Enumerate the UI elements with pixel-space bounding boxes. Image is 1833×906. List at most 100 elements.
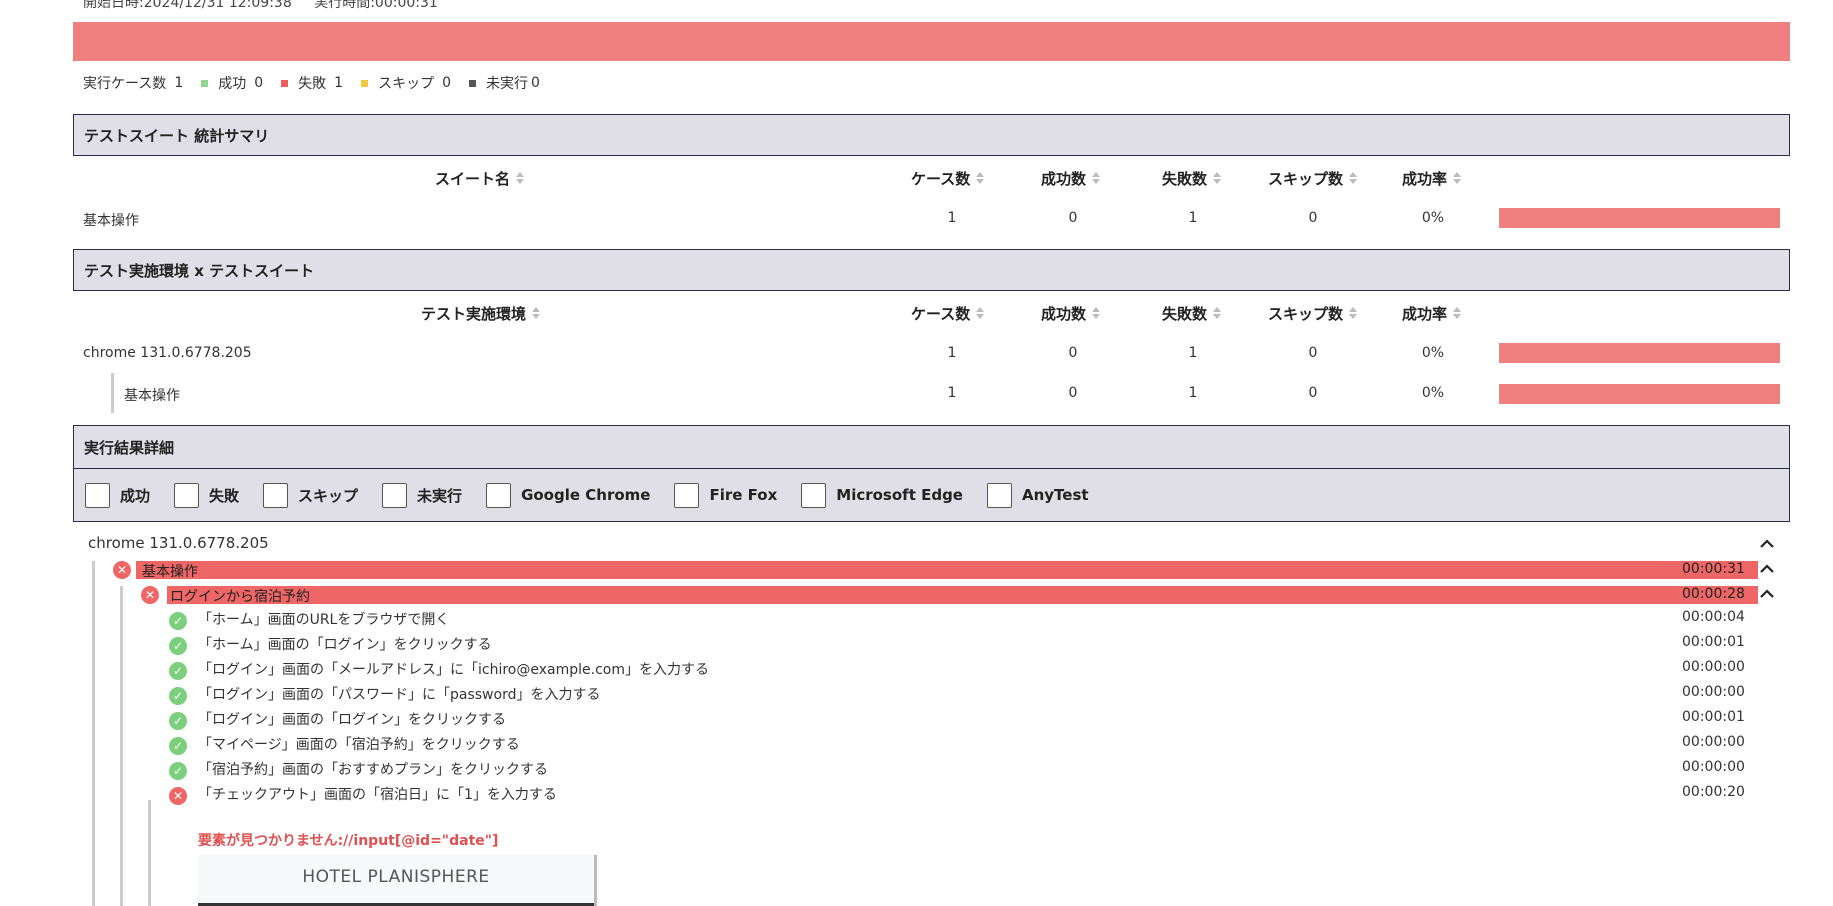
success-legend-icon — [201, 79, 209, 87]
suite-stats-header: テストスイート 統計サマリ — [73, 114, 1790, 156]
notrun-legend-icon — [469, 79, 476, 87]
success-check-icon: ✓ — [169, 762, 187, 780]
start-time: 開始日時:2024/12/31 12:09:38 — [83, 0, 292, 11]
success-rate-bar — [1499, 343, 1780, 363]
suite-node-label: 基本操作 — [142, 564, 198, 580]
suite-node-time: 00:00:31 — [1682, 561, 1745, 577]
sort-icon — [976, 307, 985, 320]
col-env-name[interactable]: テスト実施環境 — [421, 303, 541, 324]
sort-icon — [1092, 307, 1101, 320]
sort-icon — [1213, 172, 1222, 185]
chevron-up-icon[interactable] — [1760, 587, 1774, 601]
sort-icon — [532, 307, 541, 320]
sort-icon — [1349, 172, 1358, 185]
filter-fail[interactable]: 失敗 — [174, 482, 239, 508]
sort-icon — [516, 172, 525, 185]
success-check-icon: ✓ — [169, 612, 187, 630]
filter-notrun[interactable]: 未実行 — [382, 482, 462, 508]
error-message: 要素が見つかりません://input[@id="date"] — [198, 833, 499, 849]
sort-icon — [1092, 172, 1101, 185]
case-node[interactable] — [167, 586, 1758, 604]
result-counts: 実行ケース数 1 成功 0 失敗 1 スキップ 0 未実行 0 — [83, 73, 558, 93]
step-text: 「ログイン」画面の「パスワード」に「password」を入力する — [198, 687, 601, 703]
col-success[interactable]: 成功数 — [1041, 303, 1101, 324]
success-check-icon: ✓ — [169, 637, 187, 655]
chevron-up-icon[interactable] — [1760, 537, 1774, 551]
filter-bar: 成功 失敗 スキップ 未実行 Google Chrome Fire Fox Mi… — [73, 469, 1790, 522]
col-fail[interactable]: 失敗数 — [1162, 168, 1222, 189]
env-node-label: chrome 131.0.6778.205 — [88, 534, 269, 552]
step-text: 「ホーム」画面のURLをブラウザで開く — [198, 612, 450, 628]
col-suite-name[interactable]: スイート名 — [435, 168, 525, 189]
success-check-icon: ✓ — [169, 687, 187, 705]
count-success: 成功 0 — [201, 73, 263, 93]
col-fail[interactable]: 失敗数 — [1162, 303, 1222, 324]
indent-guide — [148, 800, 151, 906]
step-time: 00:00:00 — [1682, 659, 1745, 675]
sort-icon — [976, 172, 985, 185]
run-duration: 実行時間:00:00:31 — [314, 0, 438, 11]
skip-legend-icon — [361, 79, 369, 87]
step-text: 「宿泊予約」画面の「おすすめプラン」をクリックする — [198, 762, 548, 778]
suite-node[interactable] — [136, 561, 1758, 579]
col-success[interactable]: 成功数 — [1041, 168, 1101, 189]
env-stats-header: テスト実施環境 x テストスイート — [73, 249, 1790, 291]
checkbox[interactable] — [263, 482, 289, 508]
env-name: chrome 131.0.6778.205 — [83, 345, 252, 361]
col-cases[interactable]: ケース数 — [911, 303, 985, 324]
col-rate[interactable]: 成功率 — [1402, 168, 1462, 189]
count-fail: 失敗 1 — [281, 73, 343, 93]
checkbox[interactable] — [382, 482, 408, 508]
checkbox[interactable] — [674, 482, 700, 508]
indent-guide — [111, 373, 114, 413]
sort-icon — [1213, 307, 1222, 320]
filter-firefox[interactable]: Fire Fox — [674, 482, 777, 508]
checkbox[interactable] — [174, 482, 200, 508]
col-rate[interactable]: 成功率 — [1402, 303, 1462, 324]
filter-skip[interactable]: スキップ — [263, 482, 358, 508]
suite-name: 基本操作 — [83, 213, 139, 229]
sort-icon — [1453, 172, 1462, 185]
step-text: 「ログイン」画面の「メールアドレス」に「ichiro@example.com」を… — [198, 662, 709, 678]
chevron-up-icon[interactable] — [1760, 562, 1774, 576]
checkbox[interactable] — [801, 482, 827, 508]
fail-icon: ✕ — [141, 586, 159, 604]
step-text: 「ログイン」画面の「ログイン」をクリックする — [198, 712, 506, 728]
step-text: 「マイページ」画面の「宿泊予約」をクリックする — [198, 737, 520, 753]
count-notrun: 未実行 0 — [469, 73, 540, 93]
indent-guide — [92, 561, 95, 906]
count-skip: スキップ 0 — [361, 73, 451, 93]
col-skip[interactable]: スキップ数 — [1268, 168, 1358, 189]
run-meta: 開始日時:2024/12/31 12:09:38 実行時間:00:00:31 — [83, 0, 456, 12]
col-skip[interactable]: スキップ数 — [1268, 303, 1358, 324]
sort-icon — [1453, 307, 1462, 320]
fail-legend-icon — [281, 79, 289, 87]
filter-success[interactable]: 成功 — [85, 482, 150, 508]
step-time: 00:00:00 — [1682, 759, 1745, 775]
step-time: 00:00:00 — [1682, 734, 1745, 750]
fail-icon: ✕ — [113, 561, 131, 579]
col-cases[interactable]: ケース数 — [911, 168, 985, 189]
case-node-label: ログインから宿泊予約 — [170, 589, 310, 605]
success-rate-bar — [1499, 208, 1780, 228]
filter-anytest[interactable]: AnyTest — [986, 482, 1089, 508]
step-text: 「ホーム」画面の「ログイン」をクリックする — [198, 637, 492, 653]
fail-icon: ✕ — [169, 787, 187, 805]
filter-chrome[interactable]: Google Chrome — [486, 482, 650, 508]
step-time: 00:00:04 — [1682, 609, 1745, 625]
failure-screenshot[interactable]: HOTEL PLANISPHERE — [198, 855, 597, 906]
success-check-icon: ✓ — [169, 662, 187, 680]
filter-edge[interactable]: Microsoft Edge — [801, 482, 963, 508]
count-total: 実行ケース数 1 — [83, 75, 184, 92]
checkbox[interactable] — [986, 482, 1012, 508]
case-node-time: 00:00:28 — [1682, 586, 1745, 602]
success-rate-bar — [1499, 384, 1780, 404]
success-check-icon: ✓ — [169, 712, 187, 730]
indent-guide — [120, 586, 123, 906]
checkbox[interactable] — [486, 482, 512, 508]
details-header: 実行結果詳細 — [73, 425, 1790, 469]
success-check-icon: ✓ — [169, 737, 187, 755]
checkbox[interactable] — [85, 482, 110, 508]
step-time: 00:00:01 — [1682, 634, 1745, 650]
suite-name: 基本操作 — [124, 388, 180, 404]
